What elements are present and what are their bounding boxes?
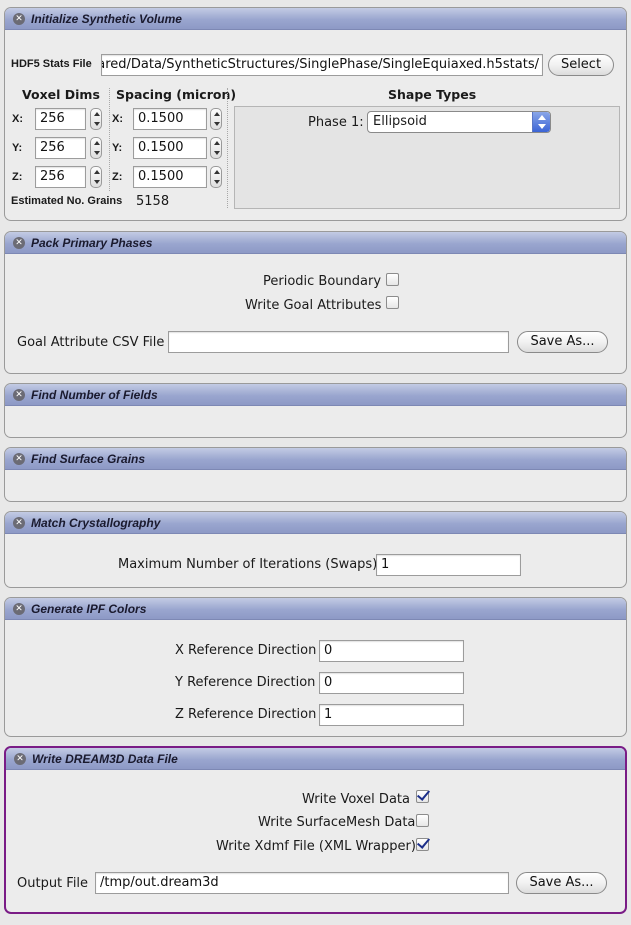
estimated-grains-value: 5158 <box>136 194 170 209</box>
updown-arrows-icon <box>532 112 550 132</box>
panel-title: Generate IPF Colors <box>31 602 147 616</box>
column-separator <box>227 88 228 208</box>
phase-1-label: Phase 1: <box>308 115 364 130</box>
x-reference-direction-label: X Reference Direction <box>175 643 317 658</box>
close-icon[interactable]: ✕ <box>13 237 25 249</box>
voxel-x-stepper[interactable] <box>90 108 102 130</box>
pack-primary-phases-panel: ✕ Pack Primary Phases Periodic Boundary … <box>4 231 627 374</box>
voxel-z-stepper[interactable] <box>90 166 102 188</box>
panel-title: Initialize Synthetic Volume <box>31 12 182 26</box>
panel-header: ✕ Initialize Synthetic Volume <box>5 8 626 30</box>
write-voxel-data-checkbox[interactable] <box>416 790 429 803</box>
write-xdmf-file-checkbox[interactable] <box>416 838 429 851</box>
periodic-boundary-label: Periodic Boundary <box>263 274 382 289</box>
voxel-z-field[interactable]: 256 <box>35 166 86 188</box>
save-as-button[interactable]: Save As... <box>516 872 607 894</box>
voxel-y-field[interactable]: 256 <box>35 137 86 159</box>
panel-title: Find Number of Fields <box>31 388 158 402</box>
spacing-z-label: Z: <box>112 171 123 183</box>
select-button[interactable]: Select <box>548 54 614 76</box>
panel-title: Find Surface Grains <box>31 452 146 466</box>
periodic-boundary-checkbox[interactable] <box>386 273 399 286</box>
panel-header: ✕ Generate IPF Colors <box>5 598 626 620</box>
voxel-y-stepper[interactable] <box>90 137 102 159</box>
y-reference-direction-label: Y Reference Direction <box>175 675 316 690</box>
panel-header: ✕ Find Surface Grains <box>5 448 626 470</box>
max-iterations-label: Maximum Number of Iterations (Swaps) <box>118 557 378 572</box>
z-reference-direction-field[interactable]: 1 <box>319 704 464 726</box>
panel-header: ✕ Find Number of Fields <box>5 384 626 406</box>
y-reference-direction-field[interactable]: 0 <box>319 672 464 694</box>
panel-title: Write DREAM3D Data File <box>32 752 178 766</box>
output-file-field[interactable]: /tmp/out.dream3d <box>95 872 509 894</box>
spacing-y-stepper[interactable] <box>210 137 222 159</box>
spacing-y-label: Y: <box>112 142 123 154</box>
panel-title: Match Crystallography <box>31 516 161 530</box>
close-icon[interactable]: ✕ <box>14 753 26 765</box>
initialize-synthetic-volume-panel: ✕ Initialize Synthetic Volume HDF5 Stats… <box>4 7 627 221</box>
close-icon[interactable]: ✕ <box>13 389 25 401</box>
find-number-of-fields-panel: ✕ Find Number of Fields <box>4 383 627 438</box>
write-dream3d-data-file-panel: ✕ Write DREAM3D Data File Write Voxel Da… <box>4 746 627 914</box>
goal-attribute-csv-field[interactable] <box>168 331 509 353</box>
panel-title: Pack Primary Phases <box>31 236 153 250</box>
panel-header: ✕ Match Crystallography <box>5 512 626 534</box>
hdf5-stats-file-field[interactable]: /Users/Shared/Data/SyntheticStructures/S… <box>101 54 543 76</box>
spacing-x-stepper[interactable] <box>210 108 222 130</box>
phase-1-shape-select[interactable]: Ellipsoid <box>367 111 551 133</box>
voxel-z-label: Z: <box>12 171 23 183</box>
max-iterations-field[interactable]: 1 <box>376 554 521 576</box>
panel-header: ✕ Pack Primary Phases <box>5 232 626 254</box>
write-surfacemesh-data-checkbox[interactable] <box>416 814 429 827</box>
column-separator <box>109 88 110 191</box>
x-reference-direction-field[interactable]: 0 <box>319 640 464 662</box>
find-surface-grains-panel: ✕ Find Surface Grains <box>4 447 627 502</box>
close-icon[interactable]: ✕ <box>13 603 25 615</box>
voxel-dims-label: Voxel Dims <box>22 87 100 102</box>
write-goal-attributes-checkbox[interactable] <box>386 296 399 309</box>
voxel-x-label: X: <box>12 113 23 125</box>
spacing-x-label: X: <box>112 113 123 125</box>
voxel-y-label: Y: <box>12 142 23 154</box>
save-as-button[interactable]: Save As... <box>517 331 608 353</box>
estimated-grains-label: Estimated No. Grains <box>11 195 123 207</box>
voxel-x-field[interactable]: 256 <box>35 108 86 130</box>
write-voxel-data-label: Write Voxel Data <box>302 792 410 807</box>
spacing-z-stepper[interactable] <box>210 166 222 188</box>
goal-attribute-csv-label: Goal Attribute CSV File <box>17 335 165 350</box>
write-goal-attributes-label: Write Goal Attributes <box>245 298 382 313</box>
spacing-x-field[interactable]: 0.1500 <box>133 108 207 130</box>
write-surfacemesh-data-label: Write SurfaceMesh Data <box>258 815 416 830</box>
generate-ipf-colors-panel: ✕ Generate IPF Colors X Reference Direct… <box>4 597 627 737</box>
hdf5-stats-file-label: HDF5 Stats File <box>11 58 92 70</box>
panel-header: ✕ Write DREAM3D Data File <box>6 748 625 770</box>
phase-1-shape-value: Ellipsoid <box>373 114 427 129</box>
write-xdmf-file-label: Write Xdmf File (XML Wrapper) <box>216 839 416 854</box>
close-icon[interactable]: ✕ <box>13 13 25 25</box>
shape-types-label: Shape Types <box>388 87 477 102</box>
match-crystallography-panel: ✕ Match Crystallography Maximum Number o… <box>4 511 627 588</box>
close-icon[interactable]: ✕ <box>13 453 25 465</box>
spacing-y-field[interactable]: 0.1500 <box>133 137 207 159</box>
z-reference-direction-label: Z Reference Direction <box>175 707 317 722</box>
output-file-label: Output File <box>17 876 89 891</box>
spacing-label: Spacing (micron) <box>116 87 237 102</box>
close-icon[interactable]: ✕ <box>13 517 25 529</box>
spacing-z-field[interactable]: 0.1500 <box>133 166 207 188</box>
